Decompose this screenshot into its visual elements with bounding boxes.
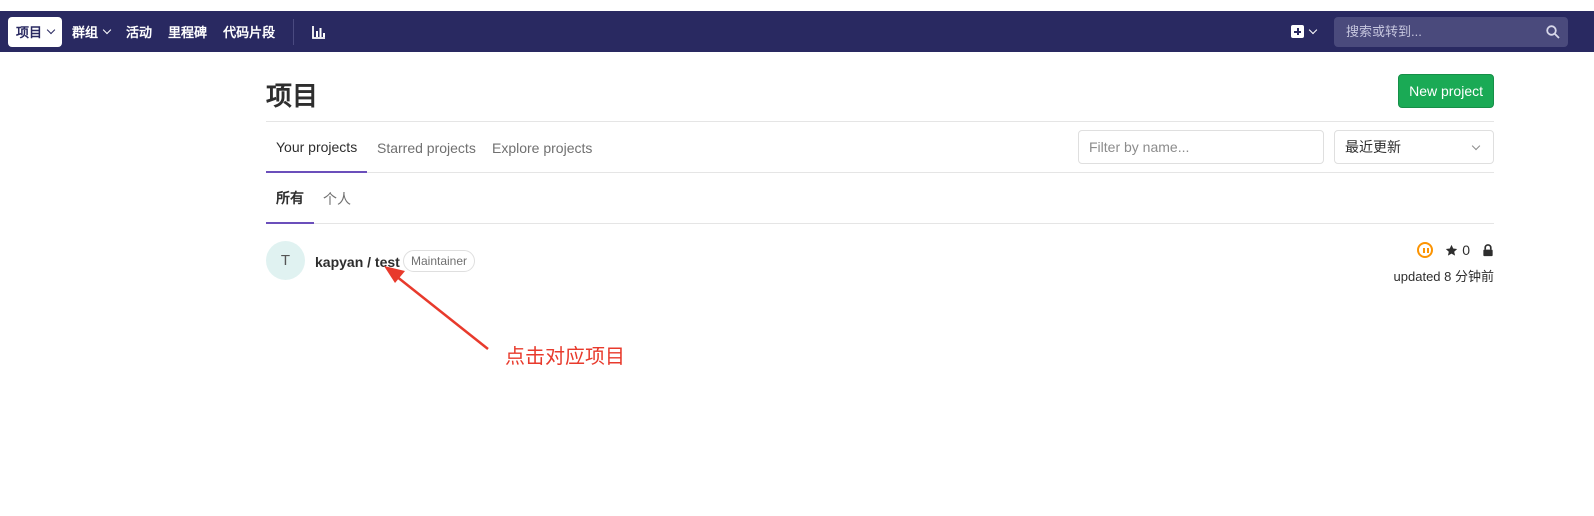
tab-explore-projects[interactable]: Explore projects	[482, 122, 602, 173]
activity-label: 活动	[126, 25, 153, 40]
tab-starred-projects[interactable]: Starred projects	[367, 122, 486, 173]
search-input[interactable]	[1344, 23, 1534, 40]
filter-by-name-input[interactable]	[1078, 130, 1324, 164]
chevron-down-icon	[1308, 25, 1318, 34]
project-avatar[interactable]: T	[266, 241, 305, 280]
chevron-down-icon	[1471, 141, 1481, 151]
milestones-label: 里程碑	[168, 25, 208, 40]
ownership-tabs: 所有 个人	[266, 173, 1494, 224]
top-navbar: 项目 群组 活动 里程碑 代码片段	[0, 11, 1594, 52]
role-badge: Maintainer	[403, 250, 476, 272]
project-meta: 0	[1417, 242, 1494, 258]
new-item-dropdown[interactable]	[1291, 25, 1318, 38]
nav-divider	[293, 18, 295, 45]
activity-link[interactable]: 活动	[118, 17, 160, 47]
groups-label: 群组	[72, 25, 99, 40]
chevron-down-icon	[46, 25, 56, 34]
snippets-link[interactable]: 代码片段	[215, 17, 283, 47]
project-tabs: Your projects Starred projects Explore p…	[266, 122, 1494, 173]
milestones-link[interactable]: 里程碑	[160, 17, 215, 47]
navbar-right	[1291, 11, 1594, 52]
star-count-value: 0	[1462, 242, 1470, 258]
annotation-text: 点击对应项目	[505, 344, 625, 368]
projects-dropdown[interactable]: 项目	[8, 16, 63, 47]
lock-icon	[1483, 243, 1493, 256]
sort-value: 最近更新	[1345, 139, 1401, 155]
page-title: 项目	[266, 81, 319, 111]
analytics-link[interactable]	[304, 17, 334, 47]
global-search	[1334, 16, 1568, 47]
snippets-label: 代码片段	[223, 25, 276, 40]
sort-dropdown[interactable]: 最近更新	[1334, 130, 1494, 164]
star-count[interactable]: 0	[1445, 242, 1470, 258]
search-icon[interactable]	[1546, 24, 1560, 39]
page-header: 项目 New project	[266, 52, 1494, 122]
plus-square-icon	[1291, 25, 1304, 38]
projects-label: 项目	[16, 25, 43, 40]
tab-your-projects[interactable]: Your projects	[266, 122, 368, 173]
browser-bookmark-strip	[0, 0, 1594, 11]
project-name-link[interactable]: kapyan / test	[315, 254, 400, 270]
project-list-item: T kapyan / test Maintainer 0 updated 8 分…	[266, 224, 1494, 286]
tab-all[interactable]: 所有	[266, 173, 314, 224]
pipeline-paused-icon[interactable]	[1417, 242, 1434, 258]
chevron-down-icon	[102, 25, 112, 34]
groups-dropdown[interactable]: 群组	[64, 17, 118, 47]
tab-personal[interactable]: 个人	[313, 173, 361, 224]
updated-timestamp: updated 8 分钟前	[1393, 269, 1494, 284]
chart-icon	[312, 25, 326, 39]
star-icon	[1446, 244, 1458, 256]
new-project-button[interactable]: New project	[1398, 74, 1494, 108]
main-content: 项目 New project Your projects Starred pro…	[266, 52, 1494, 286]
